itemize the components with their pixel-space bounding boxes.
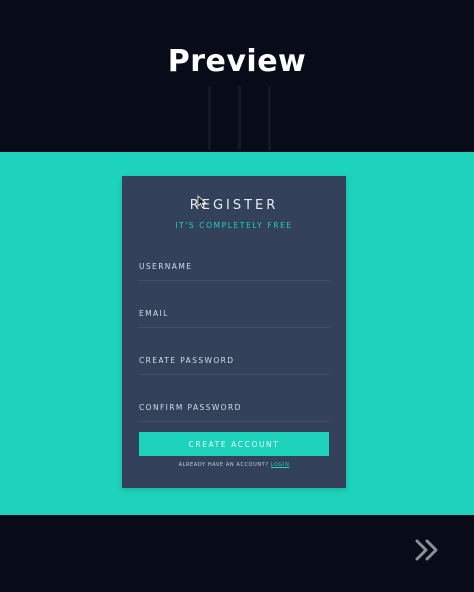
create-account-button[interactable]: CREATE ACCOUNT: [139, 432, 329, 456]
login-prompt: ALREADY HAVE AN ACCOUNT? LOGIN: [122, 462, 346, 468]
decoration-bar: [238, 86, 241, 150]
username-field[interactable]: USERNAME: [139, 258, 329, 281]
form-subtitle: IT'S COMPLETELY FREE: [175, 221, 293, 230]
preview-header: Preview: [0, 0, 474, 152]
preview-footer: [0, 515, 474, 592]
preview-title: Preview: [167, 44, 307, 79]
create-password-label: CREATE PASSWORD: [139, 356, 235, 365]
username-label: USERNAME: [139, 262, 193, 271]
form-title: REGISTER: [189, 198, 279, 213]
background-decoration: [196, 86, 286, 150]
register-card: REGISTER IT'S COMPLETELY FREE USERNAME E…: [122, 176, 346, 488]
confirm-password-field[interactable]: CONFIRM PASSWORD: [139, 399, 329, 422]
create-password-field[interactable]: CREATE PASSWORD: [139, 352, 329, 375]
email-field[interactable]: EMAIL: [139, 305, 329, 328]
decoration-bar: [268, 86, 271, 150]
confirm-password-label: CONFIRM PASSWORD: [139, 403, 242, 412]
decoration-bar: [208, 86, 211, 150]
double-chevron-right-icon[interactable]: [414, 538, 442, 562]
mouse-pointer-icon: [197, 195, 207, 209]
login-link[interactable]: LOGIN: [271, 462, 290, 468]
login-prompt-text: ALREADY HAVE AN ACCOUNT?: [178, 462, 269, 468]
email-label: EMAIL: [139, 309, 169, 318]
